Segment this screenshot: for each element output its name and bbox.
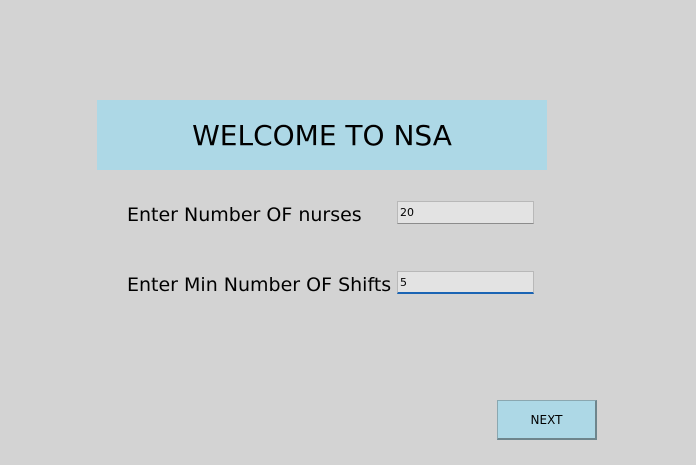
next-button[interactable]: NEXT [497,400,597,440]
min-shifts-label: Enter Min Number OF Shifts [127,274,392,296]
page-title: WELCOME TO NSA [192,118,452,152]
nurses-count-input[interactable] [397,201,534,224]
nurses-count-label: Enter Number OF nurses [127,204,362,226]
min-shifts-input[interactable] [397,271,534,294]
welcome-banner: WELCOME TO NSA [97,100,547,170]
